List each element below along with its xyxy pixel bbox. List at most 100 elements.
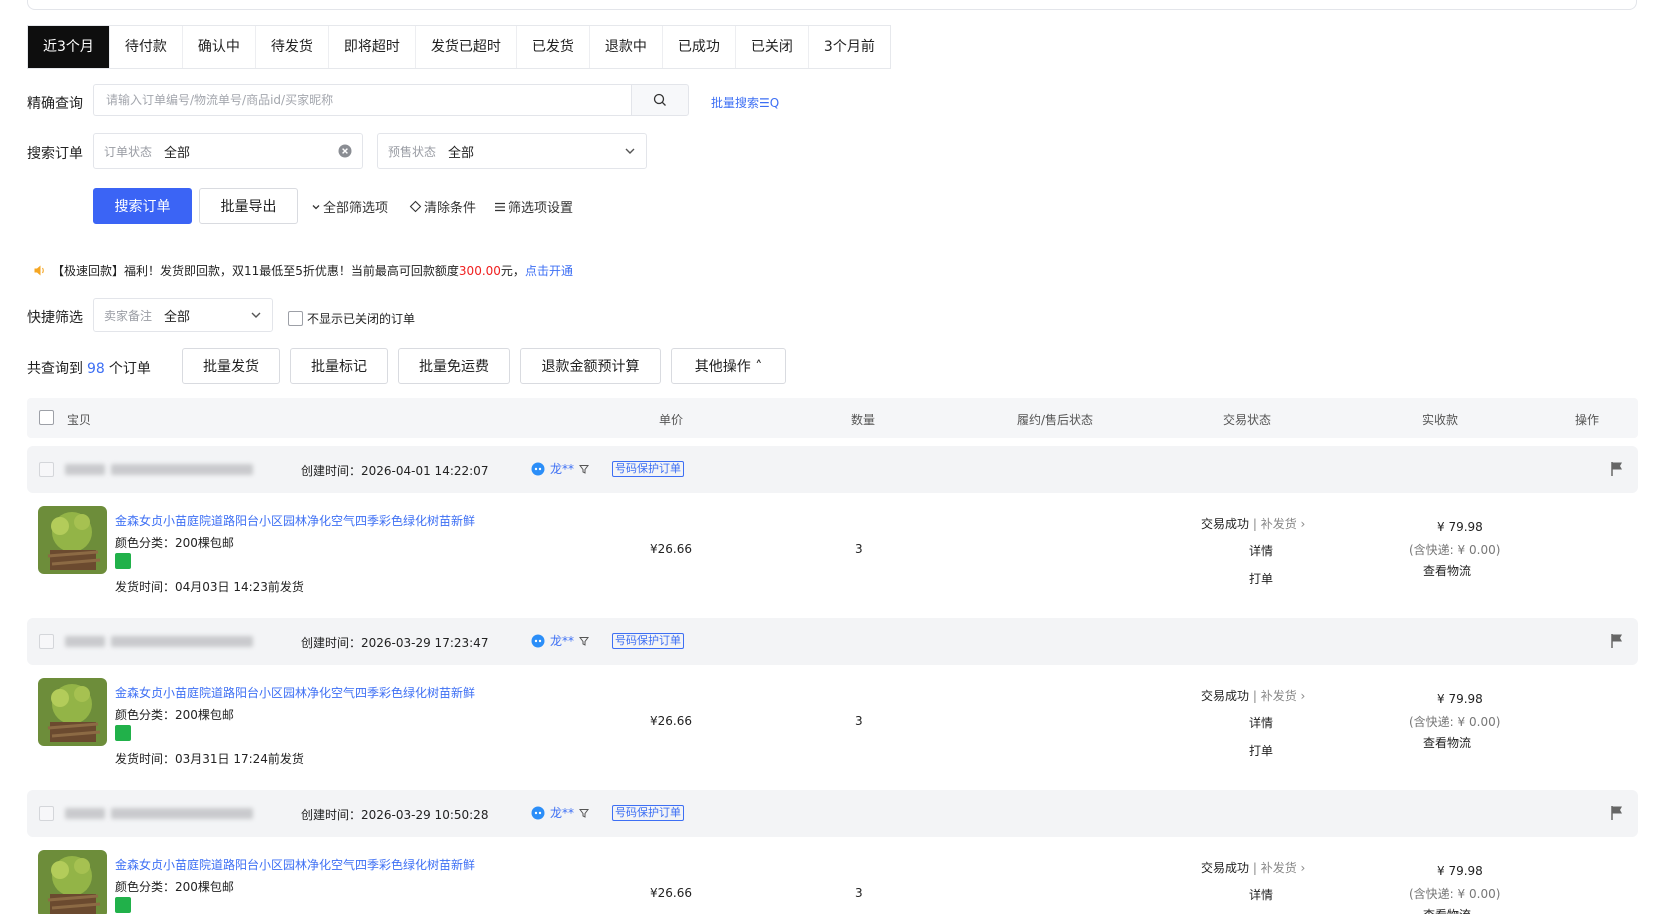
buyer-nickname: 龙** [550,462,575,476]
view-logistics-link[interactable]: 查看物流 [1423,906,1471,914]
order-checkbox[interactable] [39,462,54,477]
hide-closed-orders-option[interactable]: 不显示已关闭的订单 [288,310,415,327]
product-image[interactable] [38,506,107,574]
detail-link[interactable]: 详情 [1249,542,1273,559]
tab-pending-shipment[interactable]: 待发货 [256,26,329,68]
order-header: 创建时间：2026-04-01 14:22:07 龙** 号码保护订单 [27,446,1638,493]
guarantee-badge-icon [115,897,131,913]
presale-status-select[interactable]: 预售状态 全部 [377,133,647,169]
flag-icon[interactable] [1610,805,1624,821]
order-created-time: 创建时间：2026-03-29 10:50:28 [301,808,489,822]
trade-status: 交易成功 | 补发货 › [1201,687,1305,704]
tab-closed[interactable]: 已关闭 [736,26,809,68]
filter-icon[interactable] [579,636,590,646]
buyer-name[interactable]: 龙** [531,460,590,477]
select-all-checkbox[interactable] [39,410,54,425]
reship-link[interactable]: | 补发货 › [1253,517,1305,531]
product-image[interactable] [38,850,107,914]
search-order-button[interactable]: 搜索订单 [93,188,192,224]
batch-search-link[interactable]: 批量搜索☰Q [711,94,779,111]
trade-status: 交易成功 | 补发货 › [1201,515,1305,532]
order-status-value: 全部 [164,145,191,161]
seller-remark-value: 全部 [164,309,191,325]
other-actions-button[interactable]: 其他操作 ˄ [671,348,786,384]
quantity: 3 [855,542,863,556]
col-item: 宝贝 [67,413,92,427]
product-title-link[interactable]: 金森女贞小苗庭院道路阳台小区园林净化空气四季彩色绿化树苗新鲜 [115,684,475,701]
order-header: 创建时间：2026-03-29 10:50:28 龙** 号码保护订单 [27,790,1638,837]
order-checkbox[interactable] [39,634,54,649]
tab-shipment-timeout[interactable]: 发货已超时 [416,26,517,68]
notice-amount: 300.00 [458,264,501,278]
quick-filter-label: 快捷筛选 [27,310,83,326]
number-protection-badge: 号码保护订单 [612,461,684,477]
col-actions: 操作 [1575,413,1600,427]
product-title-link[interactable]: 金森女贞小苗庭院道路阳台小区园林净化空气四季彩色绿化树苗新鲜 [115,856,475,873]
order-count-suffix: 个订单 [108,361,151,377]
buyer-name[interactable]: 龙** [531,804,590,821]
order-id-redacted [111,464,253,475]
precise-search-button[interactable] [631,84,689,116]
order-created-time: 创建时间：2026-04-01 14:22:07 [301,464,489,478]
tab-recent-3-months[interactable]: 近3个月 [28,26,110,68]
unit-price: ¥26.66 [650,886,692,900]
precise-search-label: 精确查询 [27,96,83,112]
wangwang-chat-icon [531,634,545,647]
tab-confirming[interactable]: 确认中 [183,26,256,68]
refund-precalc-button[interactable]: 退款金额预计算 [520,348,661,384]
view-logistics-link[interactable]: 查看物流 [1423,734,1471,751]
order-status-select[interactable]: 订单状态 全部 [93,133,363,169]
clear-conditions-button[interactable]: 清除条件 [409,197,476,216]
order-checkbox[interactable] [39,806,54,821]
clear-icon[interactable] [338,144,352,158]
buyer-name[interactable]: 龙** [531,632,590,649]
batch-free-shipping-button[interactable]: 批量免运费 [398,348,510,384]
order-id-redacted [111,808,253,819]
col-fulfillment-status: 履约/售后状态 [1017,413,1094,427]
batch-ship-button[interactable]: 批量发货 [182,348,280,384]
tab-refunding[interactable]: 退款中 [590,26,663,68]
filter-icon[interactable] [579,464,590,474]
quantity: 3 [855,714,863,728]
filter-settings-label: 筛选项设置 [508,201,574,216]
product-title-link[interactable]: 金森女贞小苗庭院道路阳台小区园林净化空气四季彩色绿化树苗新鲜 [115,512,475,529]
view-logistics-link[interactable]: 查看物流 [1423,562,1471,579]
detail-link[interactable]: 详情 [1249,886,1273,903]
filter-settings-button[interactable]: 筛选项设置 [494,197,573,216]
hide-closed-checkbox[interactable] [288,311,303,326]
flag-icon[interactable] [1610,461,1624,477]
print-order-link[interactable]: 打单 [1249,742,1273,759]
batch-export-button[interactable]: 批量导出 [199,188,298,224]
tab-before-3-months[interactable]: 3个月前 [809,26,890,68]
precise-search-input[interactable] [93,84,631,116]
paid-amount: ¥ 79.98 [1437,520,1483,534]
paid-amount: ¥ 79.98 [1437,692,1483,706]
detail-link[interactable]: 详情 [1249,714,1273,731]
tab-shipped[interactable]: 已发货 [517,26,590,68]
product-sku: 颜色分类：200棵包邮 [115,880,234,894]
print-order-link[interactable]: 打单 [1249,570,1273,587]
product-photo [38,678,107,746]
order-number-redacted [65,464,105,475]
flag-icon[interactable] [1610,633,1624,649]
reship-link[interactable]: | 补发货 › [1253,689,1305,703]
number-protection-badge: 号码保护订单 [612,633,684,649]
order-header: 创建时间：2026-03-29 17:23:47 龙** 号码保护订单 [27,618,1638,665]
seller-remark-select[interactable]: 卖家备注 全部 [93,298,273,332]
notice-suffix: 元， [500,264,525,278]
batch-mark-button[interactable]: 批量标记 [290,348,388,384]
filter-icon[interactable] [579,808,590,818]
tab-pending-payment[interactable]: 待付款 [110,26,183,68]
presale-status-value: 全部 [448,145,475,161]
product-image[interactable] [38,678,107,746]
reship-link[interactable]: | 补发货 › [1253,861,1305,875]
fast-payment-notice: 【极速回款】福利！发货即回款，双11最低至5折优惠！当前最高可回款额度300.0… [33,262,573,279]
tab-succeeded[interactable]: 已成功 [663,26,736,68]
product-sku: 颜色分类：200棵包邮 [115,708,234,722]
tab-about-to-timeout[interactable]: 即将超时 [329,26,416,68]
shipping-fee-note: (含快递: ¥ 0.00) [1409,543,1501,557]
wangwang-chat-icon [531,806,545,819]
activate-link[interactable]: 点击开通 [525,264,573,278]
product-photo [38,850,107,914]
all-filters-toggle[interactable]: 全部筛选项 [311,197,388,216]
